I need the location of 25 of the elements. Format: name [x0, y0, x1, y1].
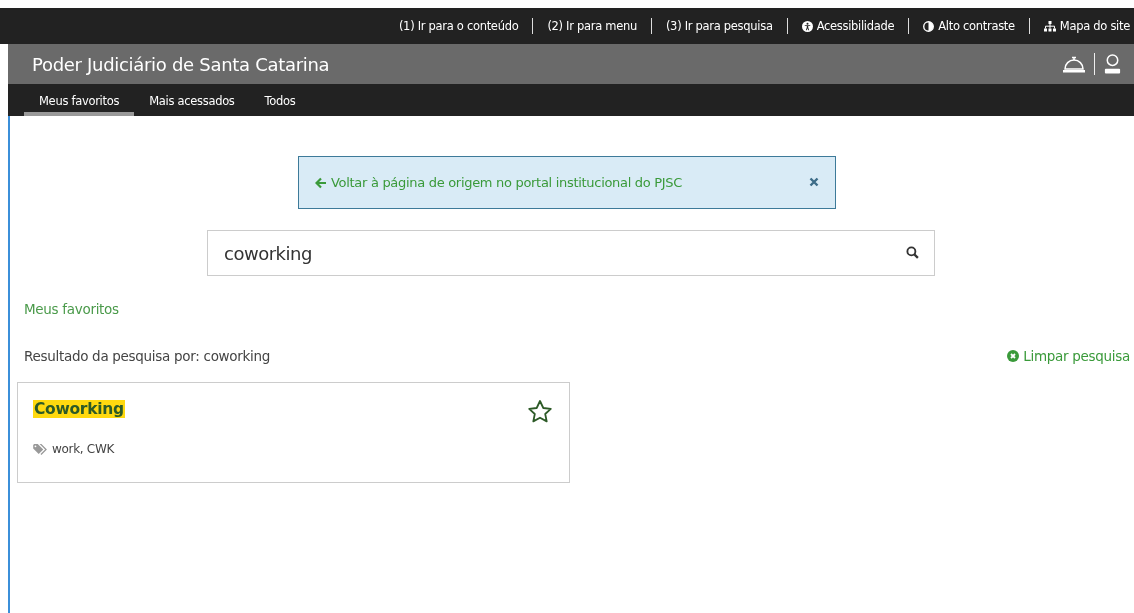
search-icon[interactable]	[906, 246, 919, 259]
user-icon[interactable]	[1103, 53, 1122, 75]
accessibility-icon	[801, 20, 813, 32]
site-title: Poder Judiciário de Santa Catarina	[32, 53, 331, 75]
search-field[interactable]: coworking	[207, 230, 935, 276]
top-link[interactable]: (2) Ir para menu	[547, 19, 637, 33]
sitemap-icon	[1043, 20, 1056, 32]
tag-icon	[33, 443, 48, 455]
result-tags: work, CWK	[52, 442, 115, 456]
result-title[interactable]: Coworking	[33, 400, 125, 418]
top-link[interactable]: Acessibilidade	[801, 19, 895, 33]
top-link[interactable]: (3) Ir para pesquisa	[665, 19, 773, 33]
result-label: Resultado da pesquisa por: coworking	[24, 348, 271, 364]
tab[interactable]: Mais acessados	[134, 84, 250, 116]
clear-search-link[interactable]: Limpar pesquisa	[1007, 348, 1130, 364]
arrow-left-icon	[315, 176, 327, 189]
tab[interactable]: Todos	[249, 84, 311, 116]
contrast-icon	[923, 20, 935, 32]
close-circle-icon	[1007, 350, 1020, 362]
top-link[interactable]: Alto contraste	[923, 19, 1015, 33]
bell-icon[interactable]	[1062, 54, 1086, 74]
tab[interactable]: Meus favoritos	[24, 84, 135, 116]
favorites-link[interactable]: Meus favoritos	[24, 301, 119, 317]
top-link[interactable]: (1) Ir para o conteúdo	[398, 19, 519, 33]
top-link[interactable]: Mapa do site	[1043, 19, 1130, 33]
